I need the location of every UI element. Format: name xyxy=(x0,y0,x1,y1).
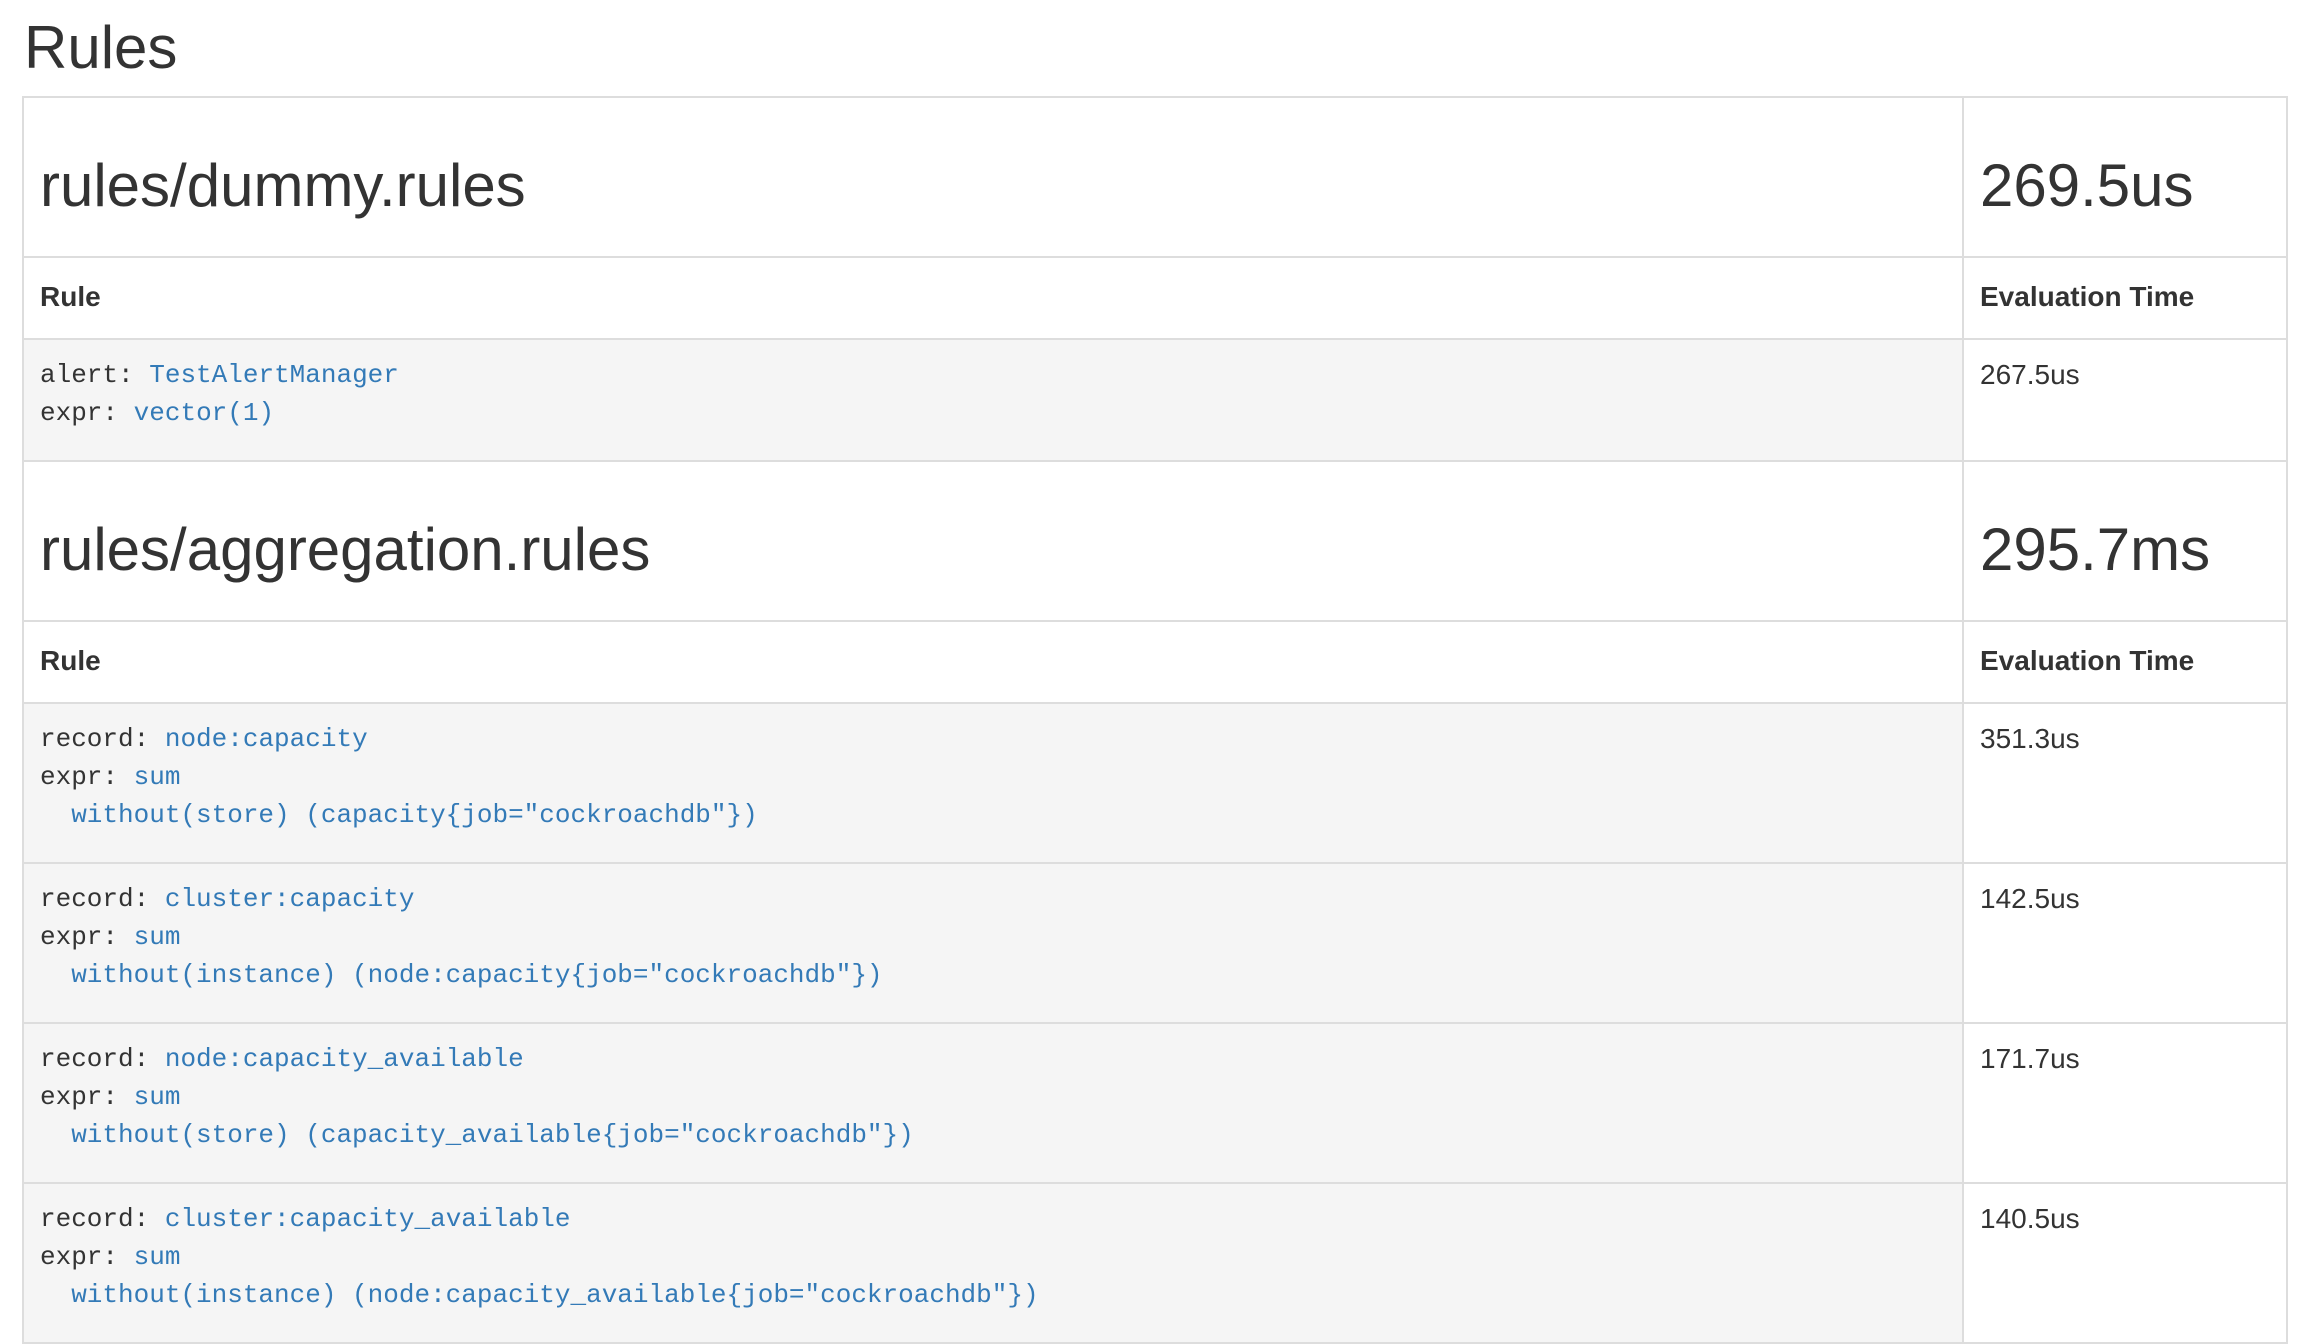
rule-cell: alert: TestAlertManager expr: vector(1) xyxy=(23,339,1963,461)
column-header-row: Rule Evaluation Time xyxy=(23,621,2287,703)
expr-keyword: expr: xyxy=(40,762,118,792)
page-title: Rules xyxy=(24,16,2294,82)
rule-group-header-row: rules/aggregation.rules 295.7ms xyxy=(23,461,2287,621)
rule-expr-link[interactable]: vector(1) xyxy=(134,398,274,428)
rule-cell: record: node:capacity expr: sum without(… xyxy=(23,703,1963,863)
evaluation-time-column-header: Evaluation Time xyxy=(1963,621,2287,703)
rule-text: record: node:capacity_available expr: su… xyxy=(40,1040,1946,1154)
rule-group-header-row: rules/dummy.rules 269.5us xyxy=(23,97,2287,257)
rule-row: record: cluster:capacity expr: sum witho… xyxy=(23,863,2287,1023)
evaluation-time-value: 351.3us xyxy=(1963,703,2287,863)
rule-keyword: record: xyxy=(40,1204,149,1234)
rule-cell: record: cluster:capacity expr: sum witho… xyxy=(23,863,1963,1023)
group-evaluation-total: 269.5us xyxy=(1980,154,2270,220)
group-file-name: rules/aggregation.rules xyxy=(40,518,1946,584)
rule-text: record: cluster:capacity expr: sum witho… xyxy=(40,880,1946,994)
group-file-cell: rules/aggregation.rules xyxy=(23,461,1963,621)
evaluation-time-value: 140.5us xyxy=(1963,1183,2287,1343)
rule-expr-link[interactable]: sum without(instance) (node:capacity_ava… xyxy=(40,1242,1039,1310)
record-name-link[interactable]: cluster:capacity_available xyxy=(165,1204,571,1234)
rule-expr-link[interactable]: sum without(instance) (node:capacity{job… xyxy=(40,922,883,990)
expr-keyword: expr: xyxy=(40,1242,118,1272)
rule-row: alert: TestAlertManager expr: vector(1) … xyxy=(23,339,2287,461)
rule-keyword: record: xyxy=(40,1044,149,1074)
rules-page: Rules rules/dummy.rules 269.5us Rule Eva… xyxy=(0,16,2316,1338)
record-name-link[interactable]: cluster:capacity xyxy=(165,884,415,914)
rule-expr-link[interactable]: sum without(store) (capacity_available{j… xyxy=(40,1082,914,1150)
rule-text: alert: TestAlertManager expr: vector(1) xyxy=(40,356,1946,432)
record-name-link[interactable]: node:capacity_available xyxy=(165,1044,524,1074)
evaluation-time-value: 142.5us xyxy=(1963,863,2287,1023)
rule-row: record: node:capacity_available expr: su… xyxy=(23,1023,2287,1183)
group-evaluation-total: 295.7ms xyxy=(1980,518,2270,584)
rule-column-header: Rule xyxy=(23,621,1963,703)
group-evaluation-total-cell: 295.7ms xyxy=(1963,461,2287,621)
rule-keyword: record: xyxy=(40,884,149,914)
evaluation-time-value: 171.7us xyxy=(1963,1023,2287,1183)
page-content: Rules rules/dummy.rules 269.5us Rule Eva… xyxy=(0,16,2316,1344)
evaluation-time-column-header: Evaluation Time xyxy=(1963,257,2287,339)
expr-keyword: expr: xyxy=(40,398,118,428)
group-evaluation-total-cell: 269.5us xyxy=(1963,97,2287,257)
expr-keyword: expr: xyxy=(40,922,118,952)
rule-keyword: record: xyxy=(40,724,149,754)
alert-name-link[interactable]: TestAlertManager xyxy=(149,360,399,390)
expr-keyword: expr: xyxy=(40,1082,118,1112)
group-file-cell: rules/dummy.rules xyxy=(23,97,1963,257)
rule-keyword: alert: xyxy=(40,360,134,390)
rules-table: rules/dummy.rules 269.5us Rule Evaluatio… xyxy=(22,96,2288,1344)
group-file-name: rules/dummy.rules xyxy=(40,154,1946,220)
rule-expr-link[interactable]: sum without(store) (capacity{job="cockro… xyxy=(40,762,758,830)
record-name-link[interactable]: node:capacity xyxy=(165,724,368,754)
column-header-row: Rule Evaluation Time xyxy=(23,257,2287,339)
rule-cell: record: node:capacity_available expr: su… xyxy=(23,1023,1963,1183)
rule-column-header: Rule xyxy=(23,257,1963,339)
rule-cell: record: cluster:capacity_available expr:… xyxy=(23,1183,1963,1343)
rule-text: record: node:capacity expr: sum without(… xyxy=(40,720,1946,834)
rule-row: record: node:capacity expr: sum without(… xyxy=(23,703,2287,863)
rule-text: record: cluster:capacity_available expr:… xyxy=(40,1200,1946,1314)
rule-row: record: cluster:capacity_available expr:… xyxy=(23,1183,2287,1343)
evaluation-time-value: 267.5us xyxy=(1963,339,2287,461)
